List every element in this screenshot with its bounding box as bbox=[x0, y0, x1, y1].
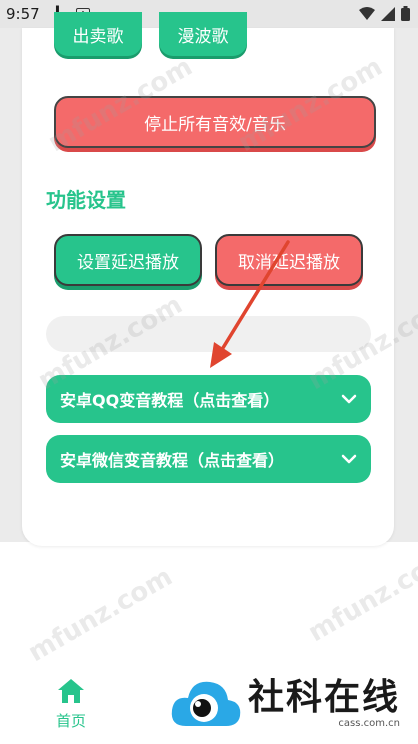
status-time: 9:57 bbox=[6, 5, 40, 23]
sell-song-button[interactable]: 出卖歌 bbox=[54, 12, 142, 56]
nav-home[interactable]: 首页 bbox=[44, 678, 98, 731]
brand-url: cass.com.cn bbox=[338, 717, 401, 729]
wifi-icon bbox=[359, 6, 375, 20]
chevron-down-icon bbox=[341, 451, 357, 467]
set-delay-button[interactable]: 设置延迟播放 bbox=[54, 234, 202, 286]
chevron-down-icon bbox=[341, 391, 357, 407]
watermark: mfunz.com bbox=[303, 541, 418, 649]
wechat-tutorial-button[interactable]: 安卓微信变音教程（点击查看） bbox=[46, 435, 371, 483]
brand-logo: 社科在线 cass.com.cn bbox=[168, 664, 418, 744]
status-icons bbox=[359, 6, 410, 21]
tutorial-label: 安卓QQ变音教程（点击查看） bbox=[60, 391, 280, 410]
home-label: 首页 bbox=[55, 712, 86, 730]
qq-tutorial-button[interactable]: 安卓QQ变音教程（点击查看） bbox=[46, 375, 371, 423]
stop-all-button[interactable]: 停止所有音效/音乐 bbox=[54, 96, 376, 148]
cloud-eye-logo-icon bbox=[171, 681, 241, 726]
wave-song-button[interactable]: 漫波歌 bbox=[159, 12, 247, 56]
battery-icon bbox=[401, 6, 410, 21]
annotation-arrow bbox=[210, 240, 290, 368]
brand-name: 社科在线 bbox=[248, 676, 401, 718]
tutorial-label: 安卓微信变音教程（点击查看） bbox=[60, 451, 285, 470]
watermark: mfunz.com bbox=[23, 561, 178, 669]
signal-icon bbox=[381, 6, 395, 21]
home-icon bbox=[58, 679, 84, 703]
section-title: 功能设置 bbox=[46, 188, 126, 212]
